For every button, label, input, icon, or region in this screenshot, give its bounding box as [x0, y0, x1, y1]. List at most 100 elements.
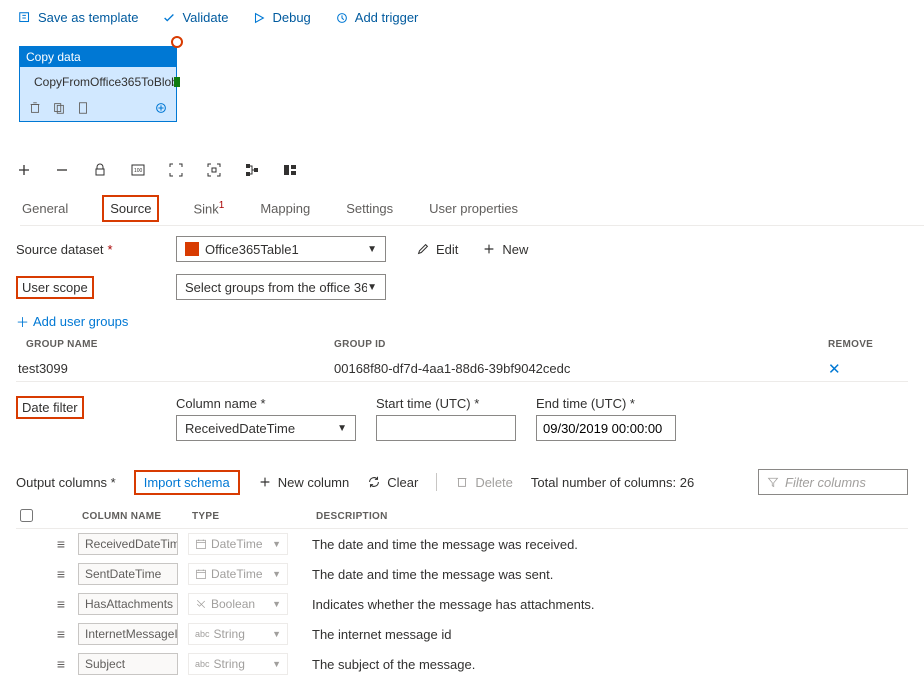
card-output-handle[interactable] [174, 77, 180, 87]
import-schema-button[interactable]: Import schema [134, 470, 240, 495]
clear-label: Clear [387, 475, 418, 490]
column-name-input[interactable]: SentDateTime [78, 563, 178, 585]
check-icon [162, 11, 176, 25]
group-row: test3099 00168f80-df7d-4aa1-88d6-39bf904… [16, 356, 908, 382]
column-desc-cell: The internet message id [312, 627, 908, 642]
add-user-groups-button[interactable]: ＋ Add user groups [16, 312, 908, 331]
pencil-icon [416, 242, 430, 256]
caret-down-icon: ▼ [367, 244, 377, 255]
save-template-label: Save as template [38, 10, 138, 25]
validate-label: Validate [182, 10, 228, 25]
drag-handle-icon[interactable]: ≡ [44, 656, 78, 672]
tab-settings[interactable]: Settings [344, 195, 395, 222]
trash-icon [455, 475, 469, 489]
validate-button[interactable]: Validate [162, 10, 228, 25]
tab-source[interactable]: Source [102, 195, 159, 222]
tab-sink[interactable]: Sink1 [191, 194, 226, 222]
tab-mapping[interactable]: Mapping [258, 195, 312, 222]
breakpoint-indicator[interactable] [171, 36, 183, 48]
delete-label: Delete [475, 475, 513, 490]
zoom-reset-icon[interactable]: 100 [130, 162, 146, 178]
drag-handle-icon[interactable]: ≡ [44, 596, 78, 612]
clone-icon[interactable] [52, 101, 66, 115]
expand-icon[interactable] [154, 101, 168, 115]
column-row: ≡ InternetMessageI abcString▼ The intern… [16, 619, 908, 649]
layout-icon[interactable] [282, 162, 298, 178]
column-type-dropdown[interactable]: DateTime▼ [188, 563, 288, 585]
debug-button[interactable]: Debug [252, 10, 310, 25]
copy-data-activity-card[interactable]: Copy data CopyFromOffice365ToBlob [19, 46, 177, 122]
play-icon [252, 11, 266, 25]
add-trigger-label: Add trigger [355, 10, 419, 25]
card-header: Copy data [20, 47, 176, 67]
copy-icon[interactable] [76, 101, 90, 115]
filter-columns-input[interactable]: Filter columns [758, 469, 908, 495]
debug-label: Debug [272, 10, 310, 25]
remove-group-button[interactable]: ✕ [828, 361, 841, 378]
column-type-dropdown[interactable]: DateTime▼ [188, 533, 288, 555]
column-type-dropdown[interactable]: Boolean▼ [188, 593, 288, 615]
column-row: ≡ ReceivedDateTime DateTime▼ The date an… [16, 529, 908, 559]
new-column-button[interactable]: New column [258, 475, 350, 490]
user-scope-label: User scope [16, 276, 94, 299]
filter-icon [767, 476, 779, 488]
column-row: ≡ SentDateTime DateTime▼ The date and ti… [16, 559, 908, 589]
zoom-out-icon[interactable] [54, 162, 70, 178]
new-label: New [502, 242, 528, 257]
column-name-header: Column Name [78, 511, 188, 522]
delete-icon[interactable] [28, 101, 42, 115]
svg-text:100: 100 [134, 168, 143, 174]
add-trigger-button[interactable]: Add trigger [335, 10, 419, 25]
user-scope-value: Select groups from the office 365 ten... [185, 280, 367, 295]
group-remove-header: Remove [828, 339, 908, 350]
column-type-dropdown[interactable]: abcString▼ [188, 623, 288, 645]
date-filter-label: Date filter [16, 396, 84, 419]
source-dataset-dropdown[interactable]: Office365Table1 ▼ [176, 236, 386, 262]
column-desc-header: Description [312, 511, 908, 522]
edit-dataset-button[interactable]: Edit [416, 242, 458, 257]
end-time-input[interactable] [536, 415, 676, 441]
date-filter-column-dropdown[interactable]: ReceivedDateTime ▼ [176, 415, 356, 441]
auto-align-icon[interactable] [244, 162, 260, 178]
column-name-input[interactable]: Subject [78, 653, 178, 675]
column-desc-cell: Indicates whether the message has attach… [312, 597, 908, 612]
total-columns-text: Total number of columns: 26 [531, 475, 694, 490]
drag-handle-icon[interactable]: ≡ [44, 536, 78, 552]
column-name-input[interactable]: ReceivedDateTime [78, 533, 178, 555]
select-all-checkbox[interactable] [20, 509, 33, 522]
tab-general[interactable]: General [20, 195, 70, 222]
source-dataset-label: Source dataset* [16, 242, 176, 257]
trigger-icon [335, 11, 349, 25]
start-time-input[interactable] [376, 415, 516, 441]
separator [436, 473, 437, 491]
drag-handle-icon[interactable]: ≡ [44, 566, 78, 582]
column-row: ≡ HasAttachments Boolean▼ Indicates whet… [16, 589, 908, 619]
user-scope-dropdown[interactable]: Select groups from the office 365 ten...… [176, 274, 386, 300]
lock-icon[interactable] [92, 162, 108, 178]
column-type-dropdown[interactable]: abcString▼ [188, 653, 288, 675]
new-dataset-button[interactable]: New [482, 242, 528, 257]
column-name-label: Column name * [176, 396, 356, 411]
new-column-label: New column [278, 475, 350, 490]
drag-handle-icon[interactable]: ≡ [44, 626, 78, 642]
delete-column-button: Delete [455, 475, 513, 490]
output-columns-label: Output columns * [16, 475, 116, 490]
clear-button[interactable]: Clear [367, 475, 418, 490]
group-name-cell: test3099 [16, 361, 334, 376]
end-time-label: End time (UTC) * [536, 396, 676, 411]
column-name-input[interactable]: HasAttachments [78, 593, 178, 615]
tab-user-properties[interactable]: User properties [427, 195, 520, 222]
fit-screen-icon[interactable] [168, 162, 184, 178]
card-title: CopyFromOffice365ToBlob [34, 75, 178, 91]
add-user-groups-label: Add user groups [33, 314, 128, 329]
plus-icon [258, 475, 272, 489]
column-name-input[interactable]: InternetMessageI [78, 623, 178, 645]
source-dataset-value: Office365Table1 [205, 242, 299, 257]
filter-placeholder: Filter columns [785, 475, 866, 490]
group-id-header: Group ID [334, 339, 828, 350]
fullscreen-icon[interactable] [206, 162, 222, 178]
plus-icon: ＋ [16, 312, 29, 331]
office365-icon [185, 242, 199, 256]
zoom-in-icon[interactable] [16, 162, 32, 178]
save-as-template-button[interactable]: Save as template [18, 10, 138, 25]
